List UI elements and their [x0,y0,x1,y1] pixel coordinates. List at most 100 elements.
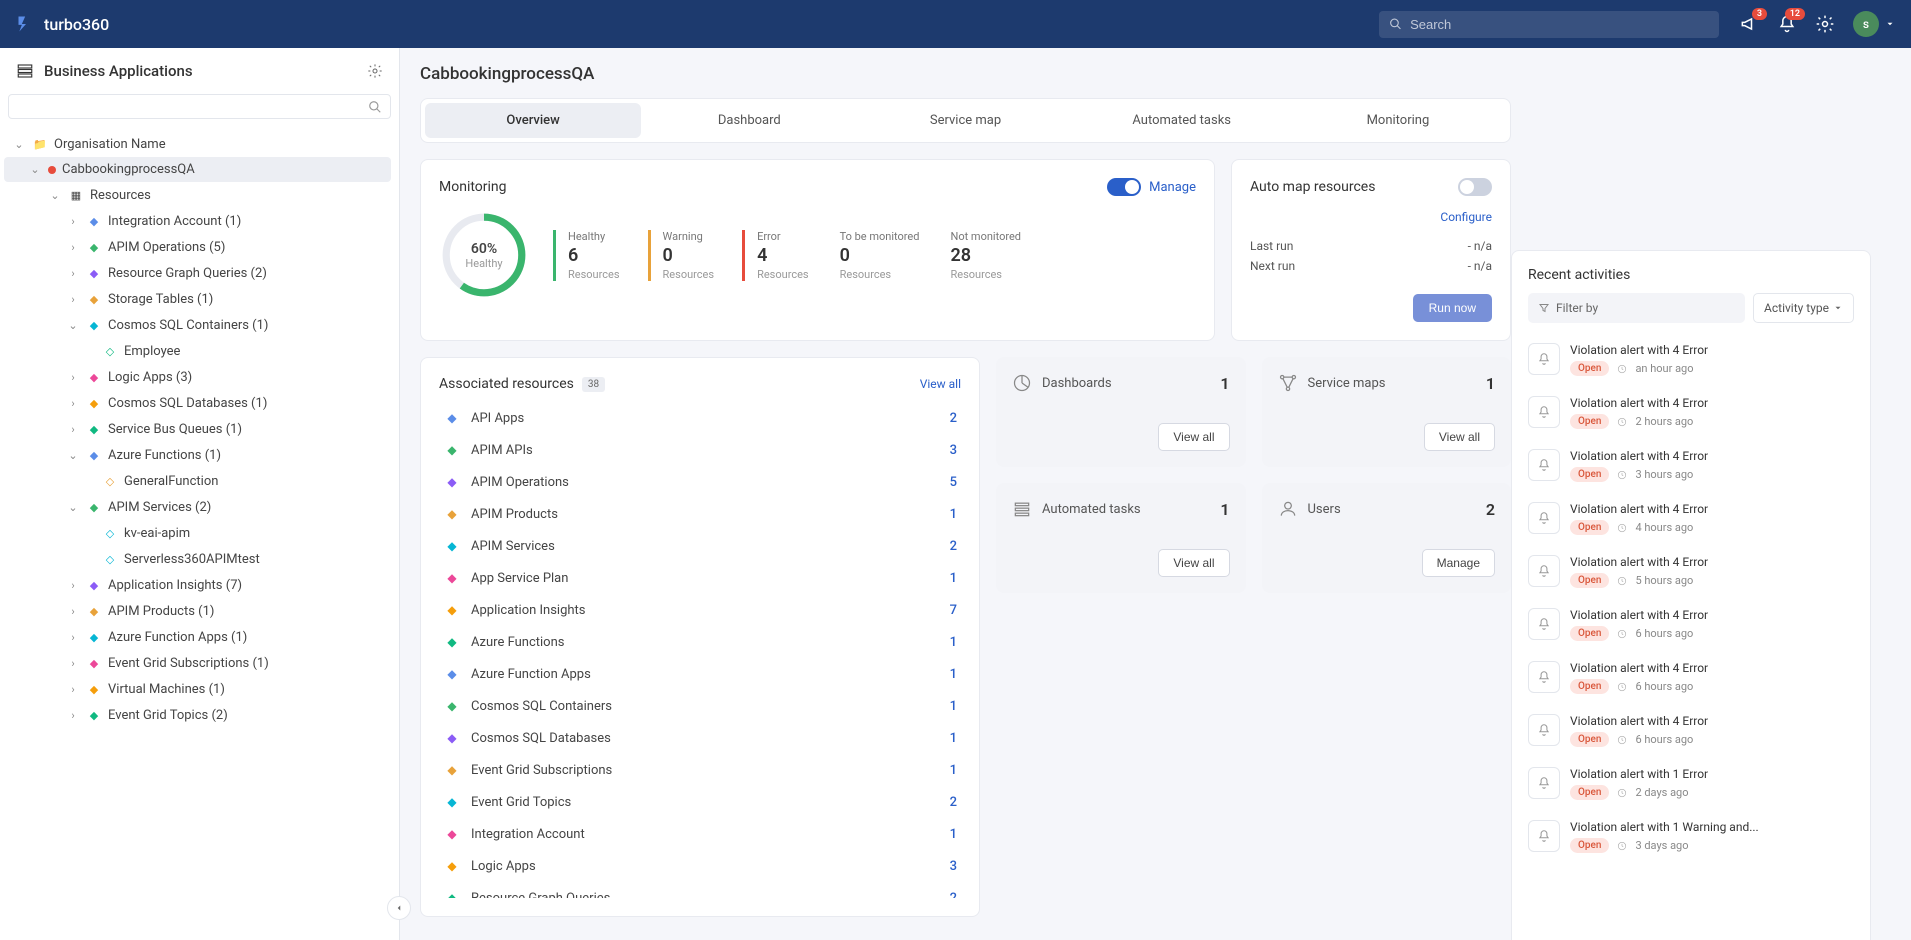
resource-item[interactable]: ◆ Azure Functions 1 [439,626,961,658]
resource-item[interactable]: ◆ Event Grid Topics 2 [439,786,961,818]
activity-item[interactable]: Violation alert with 4 Error Open an hou… [1528,333,1854,386]
resource-item[interactable]: ◆ Application Insights 7 [439,594,961,626]
status-badge: Open [1570,785,1609,800]
resource-item[interactable]: ◆ Integration Account 1 [439,818,961,850]
status-badge: Open [1570,626,1609,641]
activity-item[interactable]: Violation alert with 4 Error Open 6 hour… [1528,704,1854,757]
tree-item[interactable]: › ◆ Logic Apps (3) [4,364,391,390]
servicemaps-viewall-button[interactable]: View all [1424,423,1495,451]
clock-icon [1617,523,1627,533]
automap-toggle[interactable] [1458,178,1492,196]
tree-item[interactable]: ⌄ ◆ Azure Functions (1) [4,442,391,468]
tree-item[interactable]: ⌄ ◆ APIM Services (2) [4,494,391,520]
sidebar-collapse-button[interactable] [387,896,411,920]
tree-child[interactable]: ◇ Serverless360APIMtest [4,546,391,572]
logo[interactable]: turbo360 [16,14,109,34]
tab-servicemap[interactable]: Service map [857,103,1073,138]
activity-item[interactable]: Violation alert with 4 Error Open 3 hour… [1528,439,1854,492]
clock-icon [1617,629,1627,639]
tree-org[interactable]: ⌄ 📁 Organisation Name [4,131,391,157]
tab-overview[interactable]: Overview [425,103,641,138]
filter-by[interactable]: Filter by [1528,293,1745,323]
resource-item[interactable]: ◆ APIM Services 2 [439,530,961,562]
tree-app[interactable]: ⌄ CabbookingprocessQA [4,157,391,182]
associated-title: Associated resources [439,376,574,392]
card-recent-activities: Recent activities Filter by Activity typ… [1511,250,1871,940]
resource-type-icon: ◆ [86,629,102,645]
dashboards-viewall-button[interactable]: View all [1158,423,1229,451]
bell-icon [1528,396,1560,428]
activity-item[interactable]: Violation alert with 4 Error Open 5 hour… [1528,545,1854,598]
tree-item[interactable]: › ◆ Integration Account (1) [4,208,391,234]
resource-type-icon: ◆ [86,707,102,723]
status-badge: Open [1570,679,1609,694]
user-menu[interactable]: s [1853,11,1895,37]
settings-icon[interactable] [1815,14,1835,34]
global-search[interactable] [1379,11,1719,38]
notifications-icon[interactable]: 12 [1777,14,1797,34]
monitoring-title: Monitoring [439,179,507,195]
tree-item[interactable]: › ◆ Cosmos SQL Databases (1) [4,390,391,416]
bell-icon [1528,820,1560,852]
activities-title: Recent activities [1528,267,1854,283]
resource-type-icon: ◆ [86,239,102,255]
resource-item[interactable]: ◆ Logic Apps 3 [439,850,961,882]
tree-item[interactable]: › ◆ APIM Operations (5) [4,234,391,260]
tree-item[interactable]: › ◆ Application Insights (7) [4,572,391,598]
bell-icon [1528,502,1560,534]
tree-item[interactable]: › ◆ Azure Function Apps (1) [4,624,391,650]
resource-item[interactable]: ◆ Cosmos SQL Databases 1 [439,722,961,754]
resource-item[interactable]: ◆ Azure Function Apps 1 [439,658,961,690]
resource-item[interactable]: ◆ Resource Graph Queries 2 [439,882,961,898]
status-badge: Open [1570,414,1609,429]
status-badge: Open [1570,467,1609,482]
resource-item[interactable]: ◆ APIM Products 1 [439,498,961,530]
tree-item[interactable]: › ◆ APIM Products (1) [4,598,391,624]
tree-resources[interactable]: ⌄ ▦ Resources [4,182,391,208]
tab-monitoring[interactable]: Monitoring [1290,103,1506,138]
monitoring-toggle[interactable] [1107,178,1141,196]
tree-child[interactable]: ◇ kv-eai-apim [4,520,391,546]
bell-icon [1528,767,1560,799]
resource-item[interactable]: ◆ Cosmos SQL Containers 1 [439,690,961,722]
sidebar-search[interactable] [8,94,391,119]
resource-item[interactable]: ◆ Event Grid Subscriptions 1 [439,754,961,786]
automated-viewall-button[interactable]: View all [1158,549,1229,577]
clock-icon [1617,788,1627,798]
resource-item[interactable]: ◆ App Service Plan 1 [439,562,961,594]
search-input[interactable] [1410,17,1709,32]
tree-item[interactable]: › ◆ Service Bus Queues (1) [4,416,391,442]
activity-item[interactable]: Violation alert with 1 Warning and... Op… [1528,810,1854,863]
activity-type-dropdown[interactable]: Activity type [1753,293,1854,323]
resource-item[interactable]: ◆ APIM APIs 3 [439,434,961,466]
activity-item[interactable]: Violation alert with 4 Error Open 6 hour… [1528,598,1854,651]
users-manage-button[interactable]: Manage [1422,549,1495,577]
resource-icon: ◆ [443,729,461,747]
tree-item[interactable]: › ◆ Resource Graph Queries (2) [4,260,391,286]
tab-automated[interactable]: Automated tasks [1074,103,1290,138]
resource-type-icon: ◆ [86,213,102,229]
announcements-icon[interactable]: 3 [1739,14,1759,34]
associated-view-all[interactable]: View all [920,377,961,391]
activity-item[interactable]: Violation alert with 4 Error Open 6 hour… [1528,651,1854,704]
activity-item[interactable]: Violation alert with 4 Error Open 2 hour… [1528,386,1854,439]
tree-item[interactable]: › ◆ Event Grid Subscriptions (1) [4,650,391,676]
resource-item[interactable]: ◆ APIM Operations 5 [439,466,961,498]
tree-item[interactable]: › ◆ Virtual Machines (1) [4,676,391,702]
gear-icon[interactable] [367,63,383,79]
activity-item[interactable]: Violation alert with 1 Error Open 2 days… [1528,757,1854,810]
tree-item[interactable]: › ◆ Event Grid Topics (2) [4,702,391,728]
resource-icon: ◇ [102,525,118,541]
activity-item[interactable]: Violation alert with 4 Error Open 4 hour… [1528,492,1854,545]
monitoring-manage-link[interactable]: Manage [1149,180,1196,195]
tree-item[interactable]: ⌄ ◆ Cosmos SQL Containers (1) [4,312,391,338]
configure-link[interactable]: Configure [1250,210,1492,224]
tree-child[interactable]: ◇ Employee [4,338,391,364]
resource-item[interactable]: ◆ API Apps 2 [439,402,961,434]
run-now-button[interactable]: Run now [1413,294,1492,322]
content: CabbookingprocessQA Overview Dashboard S… [400,48,1911,940]
tree-item[interactable]: › ◆ Storage Tables (1) [4,286,391,312]
sidebar-search-input[interactable] [17,99,368,114]
tab-dashboard[interactable]: Dashboard [641,103,857,138]
tree-child[interactable]: ◇ GeneralFunction [4,468,391,494]
